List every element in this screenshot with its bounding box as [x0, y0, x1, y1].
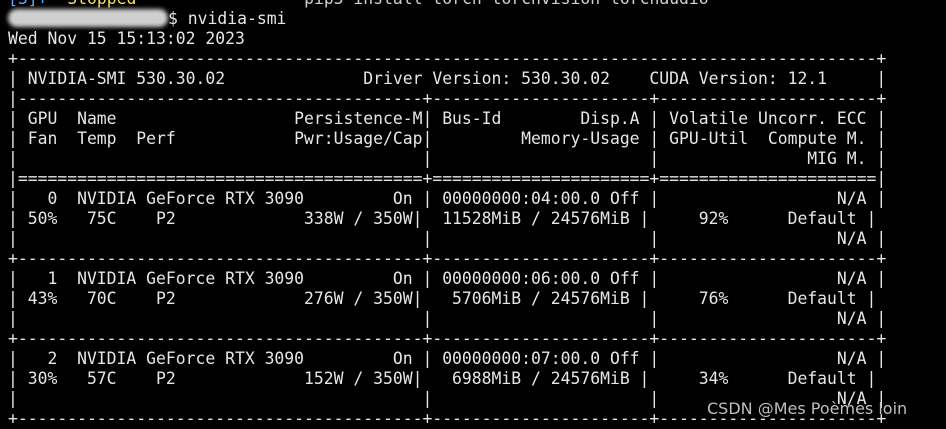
- watermark: CSDN @Mes Poèmes loin: [707, 399, 908, 418]
- output-line: +---------------------------------------…: [8, 249, 887, 268]
- redacted-user-host: [8, 9, 168, 27]
- output-line: | NVIDIA-SMI 530.30.02 Driver Version: 5…: [8, 69, 887, 88]
- output-line: | 0 NVIDIA GeForce RTX 3090 On | 0000000…: [8, 189, 887, 208]
- output-line: | | | MIG M. |: [8, 149, 887, 168]
- previous-command: pip3 install torch torchvision torchaudi…: [304, 0, 709, 8]
- previous-command-line: [3]+ Stopped pip3 install torch torchvis…: [8, 0, 886, 9]
- output-line: | 2 NVIDIA GeForce RTX 3090 On | 0000000…: [8, 349, 887, 368]
- output-line: | 1 NVIDIA GeForce RTX 3090 On | 0000000…: [8, 269, 887, 288]
- output-line: +---------------------------------------…: [8, 329, 887, 348]
- output-line: | | | N/A |: [8, 229, 887, 248]
- output-line: |=======================================…: [8, 169, 887, 188]
- output-line: | GPU Name Persistence-M| Bus-Id Disp.A …: [8, 109, 887, 128]
- timestamp-line: Wed Nov 15 15:13:02 2023: [8, 29, 245, 48]
- job-status: Stopped: [67, 0, 136, 8]
- job-tag: [3]+: [8, 0, 47, 8]
- command-text: nvidia-smi: [187, 9, 287, 28]
- output-line: | 43% 70C P2 276W / 350W| 5706MiB / 2457…: [8, 289, 877, 308]
- output-line: | Fan Temp Perf Pwr:Usage/Cap| Memory-Us…: [8, 129, 887, 148]
- output-line: | 30% 57C P2 152W / 350W| 6988MiB / 2457…: [8, 369, 877, 388]
- output-line: |---------------------------------------…: [8, 89, 887, 108]
- nvidia-smi-output: +---------------------------------------…: [8, 49, 886, 429]
- output-line: | | | N/A |: [8, 309, 887, 328]
- prompt-symbol: $: [168, 9, 178, 28]
- output-line: | 50% 75C P2 338W / 350W| 11528MiB / 245…: [8, 209, 877, 228]
- prompt-line: $ nvidia-smi: [8, 9, 886, 29]
- output-line: +---------------------------------------…: [8, 49, 887, 68]
- terminal-window[interactable]: [3]+ Stopped pip3 install torch torchvis…: [8, 0, 886, 429]
